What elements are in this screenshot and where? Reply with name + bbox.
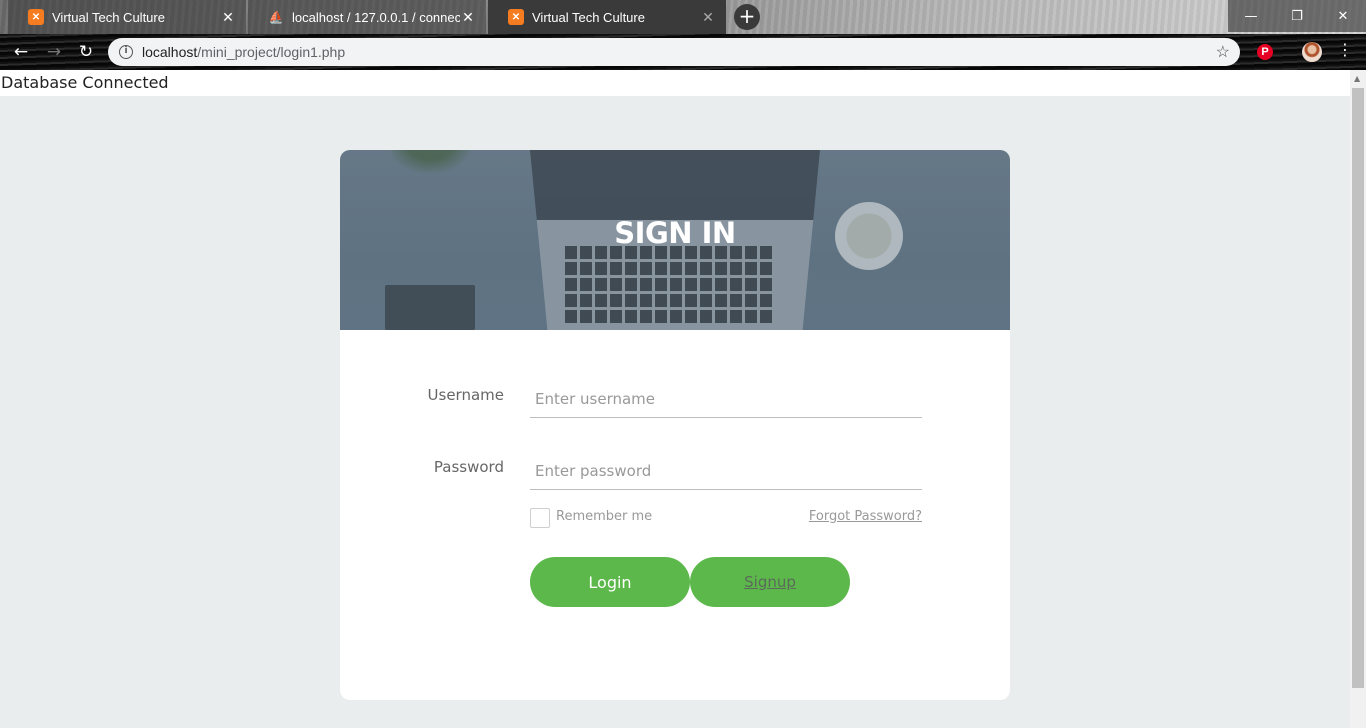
window-close-button[interactable]: ✕ xyxy=(1320,0,1366,32)
minimize-button[interactable]: — xyxy=(1228,0,1274,32)
url-host: localhost xyxy=(142,44,198,60)
remember-me-checkbox[interactable] xyxy=(530,508,550,528)
tab-strip: ✕ Virtual Tech Culture ✕ ⛵ localhost / 1… xyxy=(0,0,1366,34)
info-icon[interactable]: i xyxy=(119,45,133,59)
tab-title: Virtual Tech Culture xyxy=(532,9,645,25)
tab-phpmyadmin[interactable]: ⛵ localhost / 127.0.0.1 / connect / f ✕ xyxy=(248,0,486,34)
new-tab-button[interactable]: + xyxy=(734,4,760,30)
bookmark-star-icon[interactable]: ☆ xyxy=(1216,42,1230,62)
password-input[interactable] xyxy=(530,452,922,490)
xampp-icon: ✕ xyxy=(508,9,524,25)
vertical-scrollbar[interactable]: ▲ xyxy=(1350,70,1366,728)
browser-toolbar: ← → ↻ i localhost /mini_project/login1.p… xyxy=(0,34,1366,70)
close-icon[interactable]: ✕ xyxy=(700,9,716,26)
tab-virtual-tech-culture-1[interactable]: ✕ Virtual Tech Culture ✕ xyxy=(8,0,246,34)
back-button[interactable]: ← xyxy=(9,40,33,64)
remember-me-label[interactable]: Remember me xyxy=(556,509,652,524)
signup-button[interactable]: Signup xyxy=(690,557,850,607)
pinterest-extension-icon[interactable]: P xyxy=(1257,44,1273,60)
tab-virtual-tech-culture-active[interactable]: ✕ Virtual Tech Culture ✕ xyxy=(488,0,726,34)
scrollbar-thumb[interactable] xyxy=(1352,88,1364,688)
forgot-password-link[interactable]: Forgot Password? xyxy=(780,509,922,524)
sign-in-heading: SIGN IN xyxy=(614,216,736,250)
page-viewport: Database Connected SIGN IN Username Pass… xyxy=(0,70,1350,728)
db-status-text: Database Connected xyxy=(0,70,1350,96)
forward-button[interactable]: → xyxy=(42,40,66,64)
username-input[interactable] xyxy=(530,380,922,418)
address-bar[interactable]: i localhost /mini_project/login1.php ☆ xyxy=(108,38,1240,66)
reload-button[interactable]: ↻ xyxy=(74,40,98,64)
tab-title: Virtual Tech Culture xyxy=(52,9,165,25)
close-icon[interactable]: ✕ xyxy=(220,9,236,26)
browser-menu-icon[interactable]: ⋮ xyxy=(1337,40,1353,59)
login-button[interactable]: Login xyxy=(530,557,690,607)
maximize-button[interactable]: ❐ xyxy=(1274,0,1320,32)
close-icon[interactable]: ✕ xyxy=(460,9,476,26)
login-card: SIGN IN Username Password Remember me Fo… xyxy=(340,150,1010,700)
scroll-up-arrow-icon[interactable]: ▲ xyxy=(1354,74,1360,83)
username-label: Username xyxy=(427,386,504,404)
phpmyadmin-icon: ⛵ xyxy=(268,10,284,24)
xampp-icon: ✕ xyxy=(28,9,44,25)
tab-title: localhost / 127.0.0.1 / connect / f xyxy=(292,9,460,25)
url-path: /mini_project/login1.php xyxy=(197,44,346,60)
password-label: Password xyxy=(433,458,504,476)
card-hero-image: SIGN IN xyxy=(340,150,1010,330)
profile-avatar[interactable] xyxy=(1302,42,1322,62)
